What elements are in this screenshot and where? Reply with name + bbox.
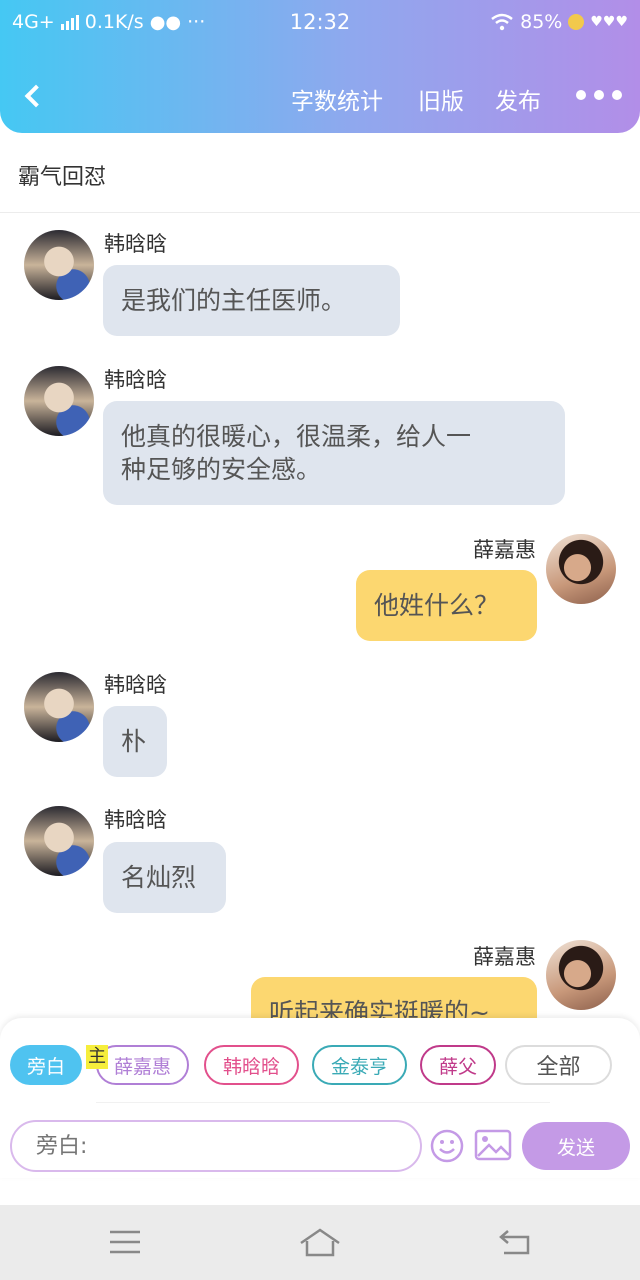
chip-character-1[interactable]: 薛嘉惠 — [96, 1045, 189, 1085]
word-count-button[interactable]: 字数统计 — [291, 82, 383, 116]
sender-name: 薛嘉惠 — [473, 945, 536, 969]
sender-name: 薛嘉惠 — [473, 538, 536, 562]
back-button[interactable] — [18, 80, 52, 114]
send-button[interactable]: 发送 — [522, 1122, 630, 1170]
return-icon[interactable] — [498, 1227, 532, 1257]
old-version-button[interactable]: 旧版 — [418, 82, 464, 116]
title-bar: 霸气回怼 — [0, 133, 640, 213]
message-bubble[interactable]: 他真的很暖心，很温柔，给人一 种足够的安全感。 — [103, 401, 565, 505]
publish-button[interactable]: 发布 — [495, 82, 541, 116]
more-icon[interactable] — [576, 90, 622, 100]
avatar[interactable] — [24, 230, 94, 300]
emoji-icon[interactable] — [430, 1129, 464, 1163]
message-line: 种足够的安全感。 — [121, 455, 322, 484]
home-icon[interactable] — [298, 1227, 342, 1259]
message-bubble[interactable]: 他姓什么？ — [356, 570, 537, 641]
message-line: 名灿烈 — [121, 863, 197, 892]
chip-all[interactable]: 全部 — [505, 1045, 612, 1085]
avatar[interactable] — [24, 806, 94, 876]
chip-character-4[interactable]: 薛父 — [420, 1045, 496, 1085]
message-line: 听起来确实挺暖的~ — [269, 998, 490, 1018]
status-bar: 4G+ 0.1K/s ●● ··· 12:32 85% ♥♥♥ — [0, 0, 640, 44]
message-bubble[interactable]: 朴 — [103, 706, 167, 777]
image-icon[interactable] — [474, 1129, 512, 1161]
chip-character-3[interactable]: 金泰亨 — [312, 1045, 407, 1085]
message-bubble[interactable]: 听起来确实挺暖的~ — [251, 977, 537, 1018]
story-title[interactable]: 霸气回怼 — [18, 159, 106, 191]
message-line: 他真的很暖心，很温柔，给人一 — [121, 422, 472, 451]
message-line: 朴 — [121, 727, 147, 756]
message-input[interactable] — [10, 1120, 422, 1172]
message-bubble[interactable]: 名灿烈 — [103, 842, 226, 913]
chip-narrator[interactable]: 旁白 — [10, 1045, 82, 1085]
compose-panel: 旁白 薛嘉惠 主 韩晗晗 金泰亨 薛父 全部 发送 — [0, 1018, 640, 1178]
avatar[interactable] — [24, 672, 94, 742]
system-nav-bar — [0, 1205, 640, 1280]
avatar[interactable] — [546, 940, 616, 1010]
wifi-icon — [491, 13, 513, 31]
chat-list[interactable]: 韩晗晗 是我们的主任医师。 韩晗晗 他真的很暖心，很温柔，给人一 种足够的安全感… — [0, 214, 640, 1018]
sender-name: 韩晗晗 — [104, 368, 167, 392]
battery-label: 85% — [520, 11, 563, 33]
battery-icon — [568, 14, 585, 30]
chip-character-2[interactable]: 韩晗晗 — [204, 1045, 299, 1085]
hearts-icon: ♥♥♥ — [590, 14, 628, 30]
message-bubble[interactable]: 是我们的主任医师。 — [103, 265, 400, 336]
nav-row: 字数统计 旧版 发布 — [0, 62, 640, 132]
message-line: 他姓什么？ — [374, 591, 500, 620]
message-line: 是我们的主任医师。 — [121, 286, 347, 315]
avatar[interactable] — [24, 366, 94, 436]
sender-name: 韩晗晗 — [104, 673, 167, 697]
divider — [96, 1102, 550, 1103]
sender-name: 韩晗晗 — [104, 808, 167, 832]
avatar[interactable] — [546, 534, 616, 604]
menu-icon[interactable] — [108, 1227, 142, 1257]
sender-name: 韩晗晗 — [104, 232, 167, 256]
back-icon — [24, 84, 48, 108]
main-role-badge: 主 — [86, 1045, 108, 1069]
header: 4G+ 0.1K/s ●● ··· 12:32 85% ♥♥♥ 字数统计 旧版 … — [0, 0, 640, 133]
